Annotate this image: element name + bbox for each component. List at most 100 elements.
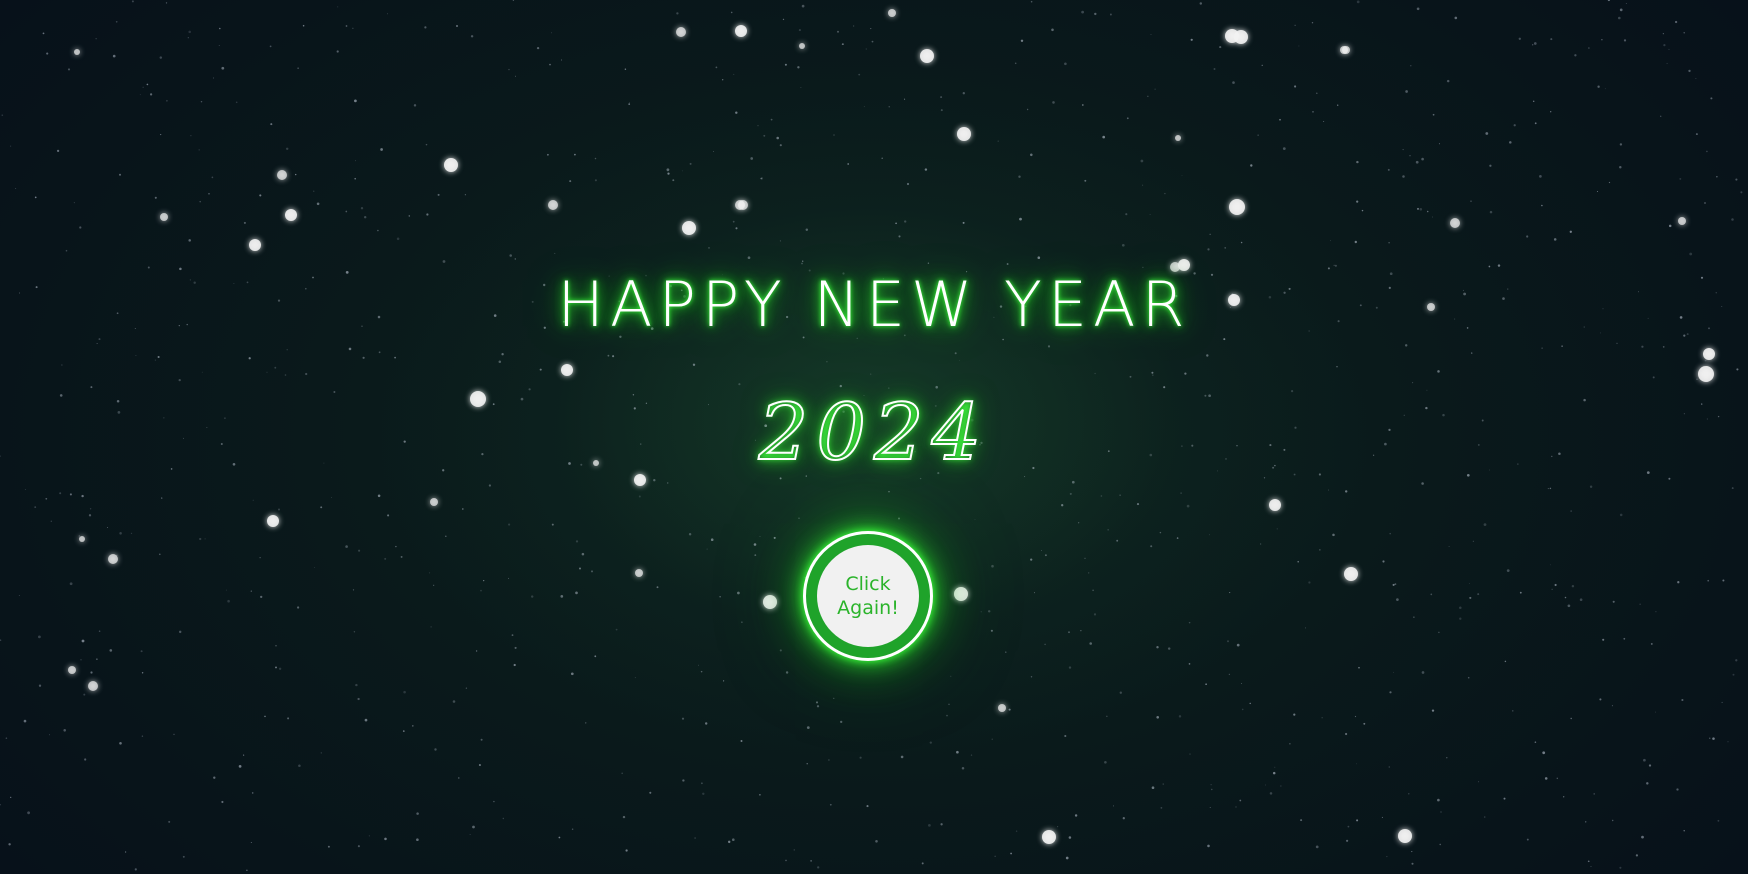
tiny-star	[1588, 47, 1590, 49]
tiny-star	[1485, 132, 1489, 135]
tiny-star	[634, 677, 636, 679]
tiny-star	[723, 680, 725, 682]
tiny-star	[760, 177, 762, 180]
tiny-star	[1561, 345, 1563, 347]
tiny-star	[287, 717, 290, 720]
tiny-star	[865, 48, 867, 50]
tiny-star	[227, 599, 230, 603]
tiny-star	[1438, 631, 1440, 634]
tiny-star	[159, 553, 161, 556]
tiny-star	[61, 364, 63, 366]
tiny-star	[1564, 596, 1567, 599]
tiny-star	[157, 355, 160, 359]
tiny-star	[168, 820, 171, 823]
tiny-star	[1413, 616, 1415, 618]
tiny-star	[1232, 81, 1235, 84]
tiny-star	[1210, 784, 1212, 786]
tiny-star	[355, 160, 356, 162]
tiny-star	[204, 538, 206, 540]
tiny-star	[1051, 28, 1054, 32]
tiny-star	[1643, 758, 1646, 762]
tiny-star	[1104, 760, 1107, 764]
tiny-star	[260, 595, 263, 599]
tiny-star	[1415, 160, 1419, 164]
tiny-star	[235, 101, 238, 104]
tiny-star	[897, 517, 901, 520]
tiny-star	[1732, 673, 1735, 676]
tiny-star	[1567, 604, 1571, 608]
tiny-star	[551, 32, 553, 34]
tiny-star	[1467, 676, 1470, 679]
tiny-star	[1569, 230, 1572, 233]
tiny-star	[1184, 372, 1187, 375]
tiny-star	[539, 368, 542, 371]
tiny-star	[1354, 240, 1358, 244]
tiny-star	[400, 555, 403, 558]
tiny-star	[750, 157, 754, 160]
tiny-star	[1347, 825, 1350, 828]
tiny-star	[940, 823, 943, 826]
tiny-star	[78, 535, 80, 537]
glowing-star-orb	[430, 498, 438, 506]
tiny-star	[1150, 545, 1153, 548]
tiny-star	[297, 67, 299, 69]
tiny-star	[956, 750, 959, 754]
tiny-star	[173, 733, 175, 736]
tiny-star	[378, 351, 381, 354]
tiny-star	[1136, 503, 1140, 506]
tiny-star	[759, 535, 761, 537]
tiny-star	[80, 659, 82, 661]
tiny-star	[1030, 153, 1033, 157]
tiny-star	[313, 190, 315, 192]
tiny-star	[275, 645, 277, 647]
tiny-star	[1509, 141, 1512, 144]
tiny-star	[1107, 529, 1109, 531]
tiny-star	[395, 545, 397, 548]
tiny-star	[735, 111, 738, 114]
tiny-star	[1696, 378, 1698, 380]
tiny-star	[509, 254, 512, 257]
tiny-star	[1164, 192, 1166, 195]
tiny-star	[1416, 207, 1420, 210]
tiny-star	[464, 194, 467, 196]
tiny-star	[119, 532, 122, 535]
tiny-star	[1597, 85, 1600, 88]
tiny-star	[1574, 54, 1577, 57]
tiny-star	[575, 540, 579, 543]
tiny-star	[1432, 113, 1435, 116]
tiny-star	[1695, 77, 1697, 79]
tiny-star	[689, 162, 692, 165]
tiny-star	[1593, 793, 1595, 795]
tiny-star	[1662, 346, 1665, 348]
tiny-star	[1471, 352, 1473, 354]
tiny-star	[1421, 482, 1424, 485]
tiny-star	[754, 554, 757, 556]
tiny-star	[1570, 510, 1572, 512]
glowing-star-orb	[1042, 830, 1056, 844]
tiny-star	[1503, 797, 1506, 800]
tiny-star	[948, 703, 950, 706]
tiny-star	[1419, 207, 1423, 211]
tiny-star	[1721, 701, 1723, 703]
tiny-star	[354, 99, 357, 103]
tiny-star	[594, 157, 597, 160]
tiny-star	[793, 849, 796, 851]
tiny-star	[692, 363, 696, 366]
tiny-star	[1356, 763, 1357, 765]
tiny-star	[900, 755, 904, 759]
tiny-star	[612, 355, 615, 358]
tiny-star	[704, 722, 708, 725]
tiny-star	[974, 518, 976, 520]
tiny-star	[1188, 663, 1191, 665]
tiny-star	[364, 216, 367, 219]
glowing-star-orb	[888, 9, 896, 17]
tiny-star	[1119, 494, 1121, 496]
tiny-star	[1057, 826, 1059, 828]
glowing-star-orb	[920, 49, 934, 63]
tiny-star	[1437, 370, 1440, 373]
click-again-button[interactable]: Click Again!	[803, 531, 933, 661]
tiny-star	[1358, 666, 1360, 669]
tiny-star	[870, 28, 872, 30]
glowing-star-orb	[676, 27, 686, 37]
tiny-star	[1065, 856, 1069, 860]
